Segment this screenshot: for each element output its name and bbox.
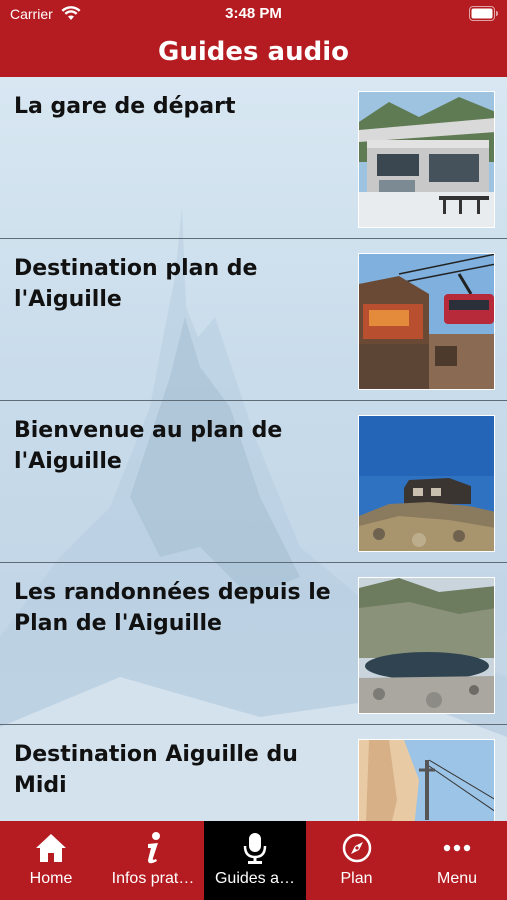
guide-title: Les randonnées depuis le Plan de l'Aigui… xyxy=(14,580,331,636)
tab-label: Plan xyxy=(340,870,373,887)
tab-label: Menu xyxy=(436,870,478,887)
guide-title: Destination Aiguille du Midi xyxy=(14,742,298,798)
more-dots-icon xyxy=(443,844,471,852)
guide-title: Bienvenue au plan de l'Aiguille xyxy=(14,418,283,474)
station-building-photo xyxy=(358,91,495,228)
rock-face-pylon-photo xyxy=(358,739,495,821)
tab-label: Infos prat… xyxy=(111,870,195,887)
tab-guides-audio[interactable]: Guides a… xyxy=(204,821,306,900)
clock: 3:48 PM xyxy=(225,5,282,22)
guide-title: Destination plan de l'Aiguille xyxy=(14,256,258,312)
guide-item-destination-plan-aiguille[interactable]: Destination plan de l'Aiguille xyxy=(0,239,507,401)
compass-icon xyxy=(342,833,371,863)
tab-menu[interactable]: Menu xyxy=(407,821,507,900)
status-bar: Carrier 3:48 PM xyxy=(0,0,507,30)
mountain-hut-photo xyxy=(358,415,495,552)
guide-item-randonnees[interactable]: Les randonnées depuis le Plan de l'Aigui… xyxy=(0,563,507,725)
navigation-bar: Guides audio xyxy=(0,30,507,77)
page-title: Guides audio xyxy=(158,37,349,67)
tab-home[interactable]: Home xyxy=(0,821,102,900)
guide-item-gare-de-depart[interactable]: La gare de départ xyxy=(0,77,507,239)
tab-infos-pratiques[interactable]: Infos prat… xyxy=(102,821,204,900)
microphone-icon xyxy=(243,833,267,864)
tab-label: Home xyxy=(29,870,73,887)
mountain-lake-photo xyxy=(358,577,495,714)
guide-item-destination-aiguille-du-midi[interactable]: Destination Aiguille du Midi xyxy=(0,725,507,821)
tab-label: Guides a… xyxy=(214,870,296,887)
tab-bar: Home Infos prat… Guides a… Plan Menu xyxy=(0,821,507,900)
cable-car-station-photo xyxy=(358,253,495,390)
guide-title: La gare de départ xyxy=(14,94,236,119)
guides-scroll-area[interactable]: La gare de départ Destination plan de l'… xyxy=(0,77,507,821)
guide-list: La gare de départ Destination plan de l'… xyxy=(0,77,507,821)
home-icon xyxy=(36,834,66,862)
tab-plan[interactable]: Plan xyxy=(306,821,407,900)
info-icon xyxy=(148,832,160,864)
guide-item-bienvenue-plan-aiguille[interactable]: Bienvenue au plan de l'Aiguille xyxy=(0,401,507,563)
battery-icon xyxy=(469,6,498,21)
